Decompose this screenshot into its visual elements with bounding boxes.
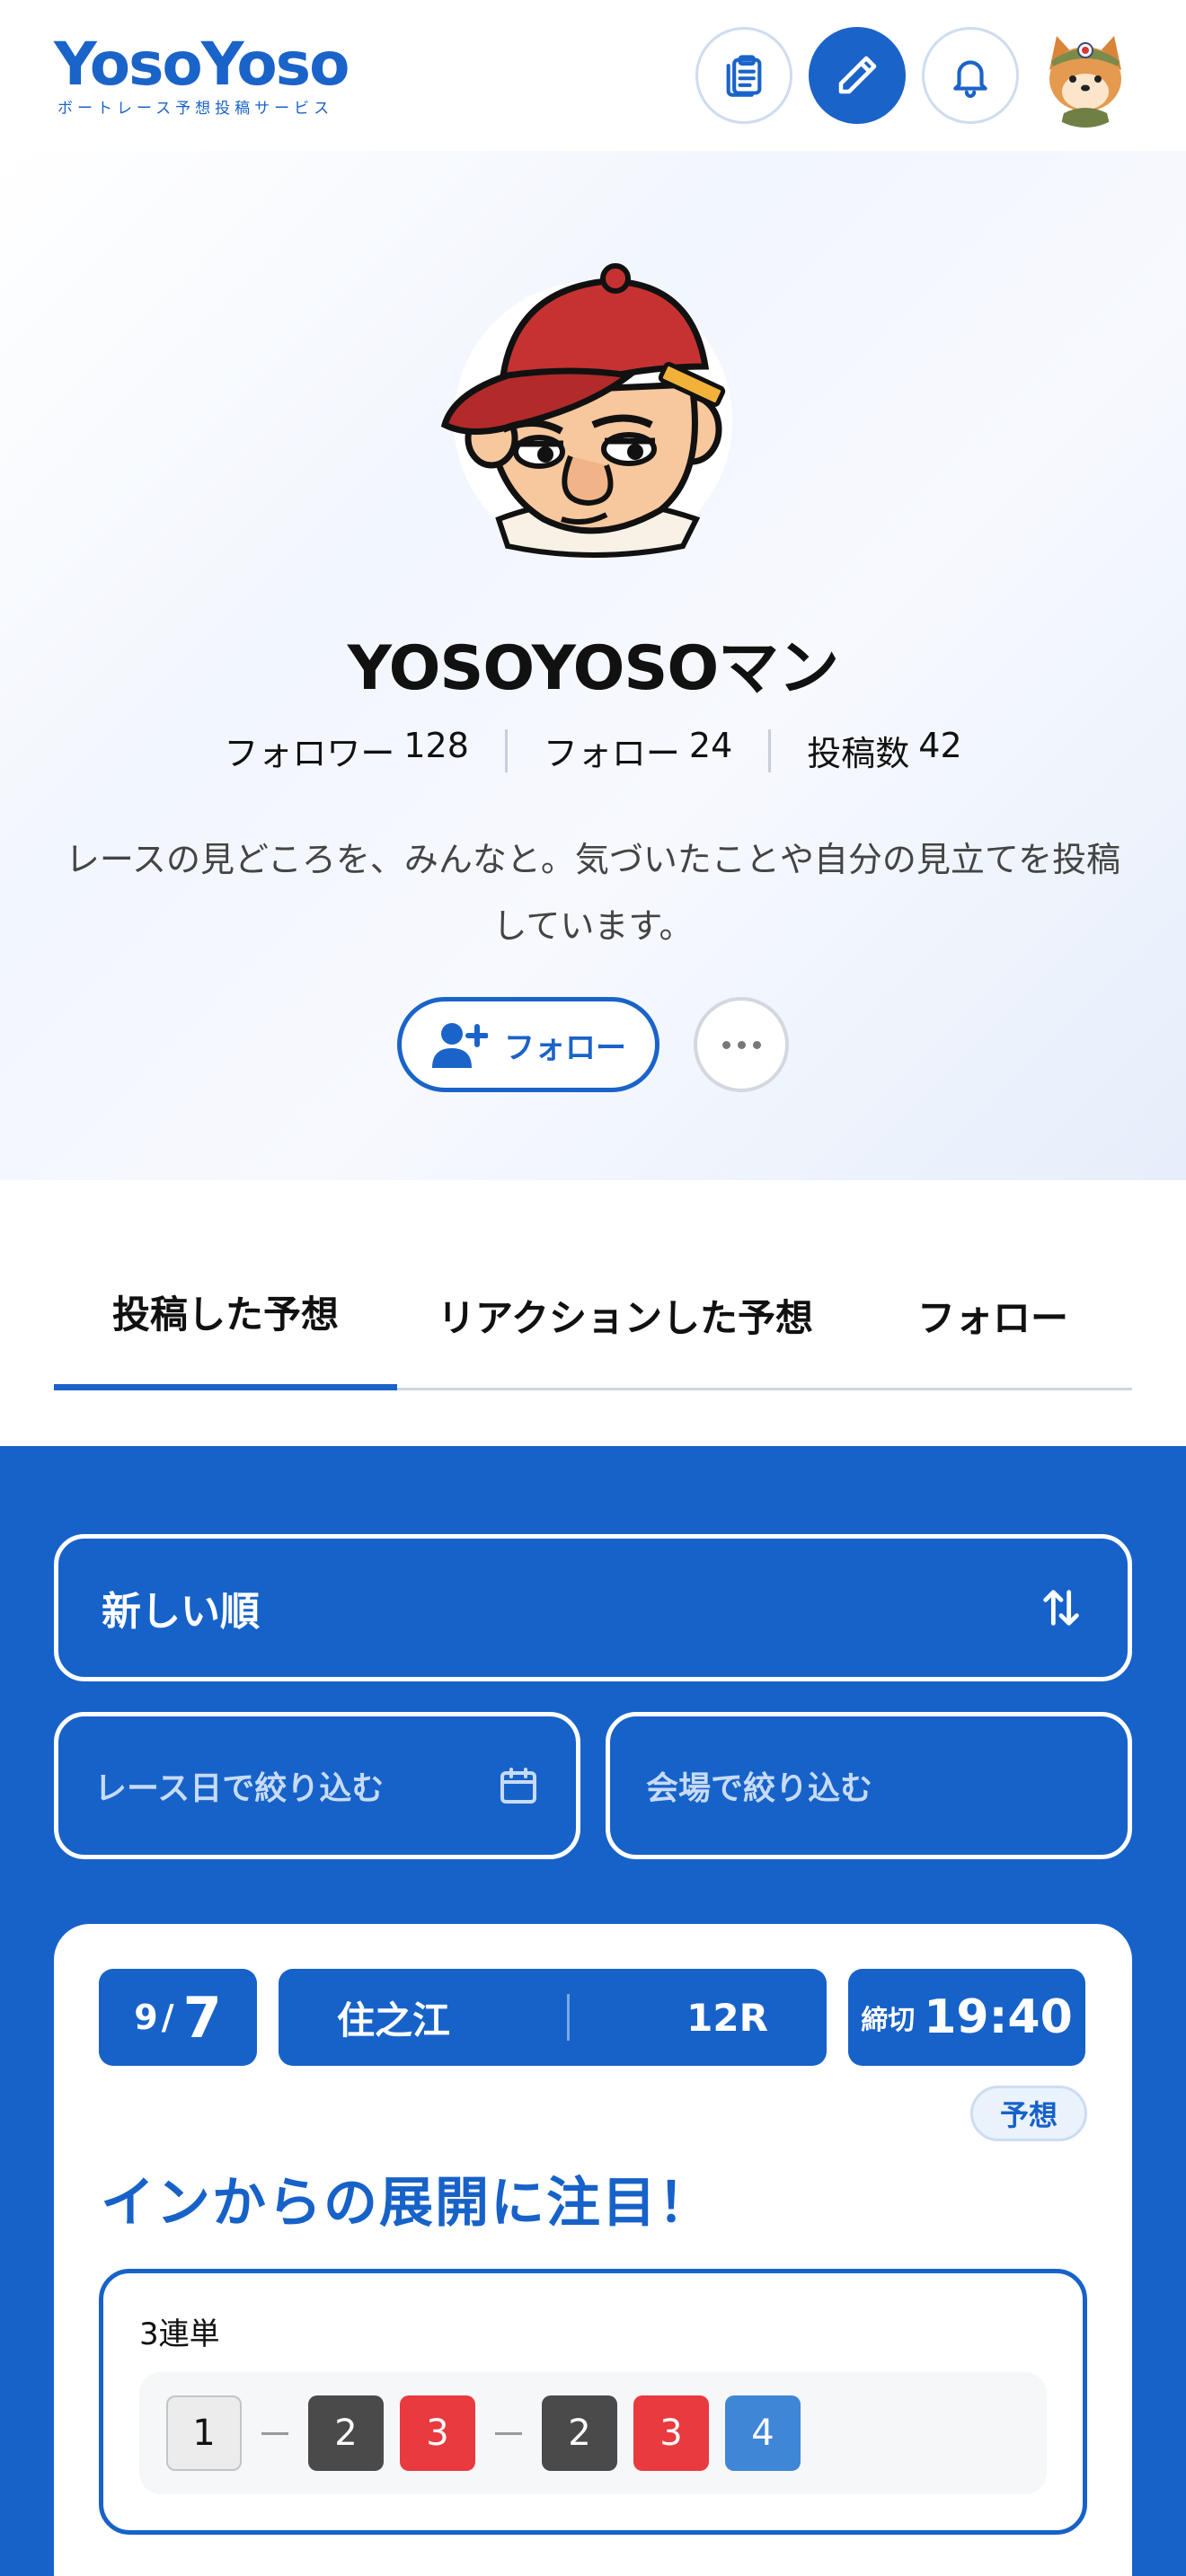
more-dot-icon — [721, 1040, 730, 1049]
predictions-list: 新しい順 レース日で絞り込む 会場で絞り込む 9 / 7 住之江 12R 締切 … — [0, 1446, 1186, 2576]
tab-posted-predictions[interactable]: 投稿した予想 — [54, 1239, 397, 1390]
sort-arrows-icon — [1043, 1590, 1079, 1626]
stat-label: 投稿数 — [807, 734, 910, 773]
boat-number-3: 3 — [400, 2395, 475, 2471]
bet-type-label: 3連単 — [139, 2316, 220, 2352]
more-dot-icon — [737, 1040, 746, 1049]
profile-tabs: 投稿した予想 リアクションした予想 フォロー — [54, 1239, 1132, 1390]
profile-bio: レースの見どころを、みんなと。気づいたことや自分の見立てを投稿しています。 — [65, 840, 1121, 946]
venue-filter[interactable]: 会場で絞り込む — [606, 1712, 1132, 1859]
cartoon-man-avatar-icon — [440, 263, 732, 560]
race-month: 9 — [134, 1998, 158, 2037]
deadline-label: 締切 — [861, 2005, 916, 2036]
stat-value: 42 — [918, 726, 962, 765]
posts-stat: 投稿数 42 — [771, 726, 997, 775]
boat-number-3: 3 — [633, 2395, 709, 2471]
notification-button[interactable] — [922, 27, 1019, 124]
compose-button[interactable] — [809, 27, 906, 124]
logo-subtitle: ボートレース予想投稿サービス — [58, 100, 334, 118]
venue-race-badge: 住之江 12R — [279, 1969, 827, 2066]
follow-button[interactable]: フォロー — [397, 997, 659, 1092]
clipboard-button[interactable] — [695, 27, 792, 124]
stat-label: フォロー — [543, 734, 680, 773]
bet-box: 3連単 1 2 3 2 3 4 — [99, 2269, 1087, 2535]
prediction-type-badge: 予想 — [970, 2086, 1087, 2141]
prediction-title: インからの展開に注目！ — [101, 2172, 713, 2235]
more-options-button[interactable] — [694, 997, 789, 1092]
app-header: YosoYoso ボートレース予想投稿サービス — [0, 0, 1186, 151]
bet-picks-row: 1 2 3 2 3 4 — [139, 2372, 1047, 2494]
sort-select[interactable]: 新しい順 — [54, 1534, 1132, 1681]
race-date-badge: 9 / 7 — [99, 1969, 257, 2066]
profile-stats: フォロワー 128 フォロー 24 投稿数 42 — [0, 726, 1186, 775]
clipboard-icon — [726, 55, 762, 97]
venue-filter-placeholder: 会場で絞り込む — [646, 1770, 873, 1807]
deadline-badge: 締切 19:40 — [848, 1969, 1085, 2066]
logo-text: YosoYoso — [54, 30, 350, 99]
user-avatar-icon — [1033, 23, 1137, 128]
profile-section: YOSOYOSOマン フォロワー 128 フォロー 24 投稿数 42 レースの… — [0, 151, 1186, 1180]
followers-stat[interactable]: フォロワー 128 — [188, 726, 505, 775]
user-avatar-button[interactable] — [1033, 23, 1137, 128]
stat-value: 24 — [688, 726, 733, 765]
profile-avatar — [436, 241, 750, 564]
tab-following[interactable]: フォロー — [854, 1239, 1132, 1390]
race-date-filter[interactable]: レース日で絞り込む — [54, 1712, 580, 1859]
calendar-icon — [500, 1768, 536, 1804]
stat-label: フォロワー — [224, 734, 395, 773]
pencil-icon — [838, 56, 877, 94]
venue-name: 住之江 — [337, 1998, 451, 2042]
sort-label: 新しい順 — [102, 1589, 260, 1635]
boat-number-2: 2 — [542, 2395, 617, 2471]
boat-number-4: 4 — [725, 2395, 801, 2471]
add-user-icon — [432, 1023, 488, 1068]
deadline-time: 19:40 — [924, 1990, 1073, 2044]
boat-number-1: 1 — [166, 2395, 242, 2471]
profile-name: YOSOYOSOマン — [347, 633, 839, 704]
pick-separator — [495, 2431, 522, 2435]
following-stat[interactable]: フォロー 24 — [508, 726, 768, 775]
race-day: 7 — [182, 1984, 222, 2051]
tab-reacted-predictions[interactable]: リアクションした予想 — [397, 1239, 854, 1390]
date-slash: / — [161, 1998, 174, 2037]
bell-icon — [953, 60, 987, 98]
logo[interactable]: YosoYoso ボートレース予想投稿サービス — [54, 30, 350, 120]
follow-label: フォロー — [504, 1029, 626, 1066]
pick-separator — [261, 2431, 288, 2435]
more-dot-icon — [752, 1040, 761, 1049]
race-number: 12R — [686, 1995, 768, 2040]
stat-value: 128 — [403, 726, 469, 765]
prediction-card[interactable]: 9 / 7 住之江 12R 締切 19:40 予想 インからの展開に注目！ 3連… — [54, 1924, 1132, 2576]
venue-divider — [567, 1994, 571, 2041]
date-filter-placeholder: レース日で絞り込む — [94, 1770, 385, 1807]
boat-number-2: 2 — [308, 2395, 384, 2471]
